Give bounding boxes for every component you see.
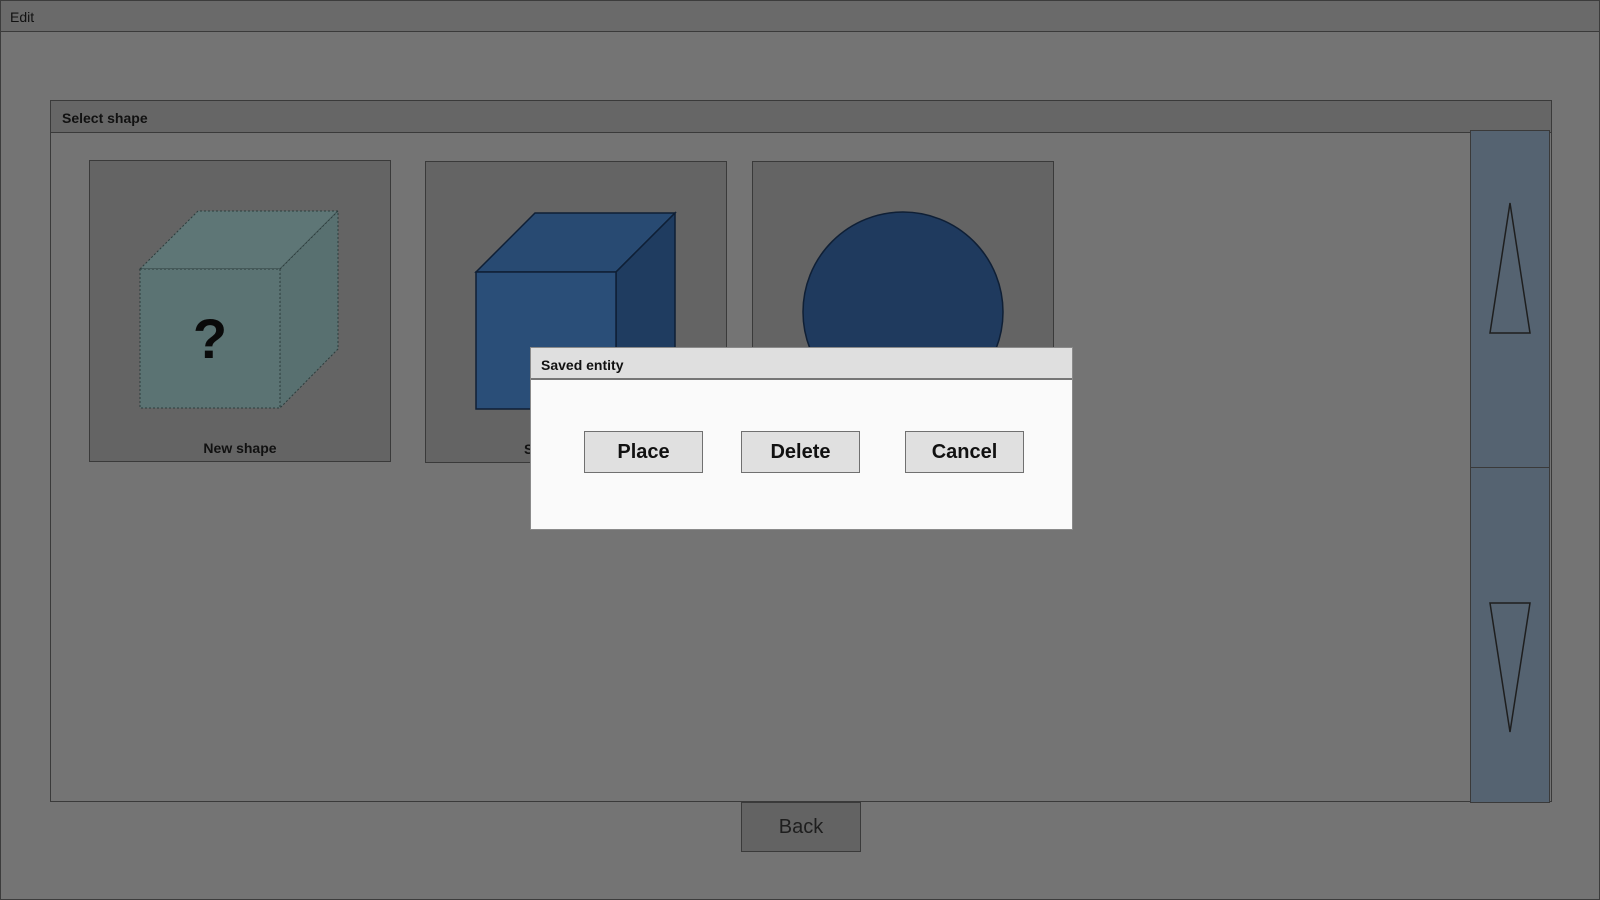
scroll-down-arrow-icon (1489, 602, 1531, 733)
delete-button[interactable]: Delete (741, 431, 860, 473)
saved-entity-dialog: Saved entity Place Delete Cancel (530, 347, 1073, 530)
tile-caption: New shape (203, 440, 277, 456)
question-mark-glyph: ? (193, 307, 227, 370)
title-bar: Edit (1, 1, 1599, 32)
dialog-header: Saved entity (531, 348, 1072, 380)
unknown-cube-icon: ? (138, 209, 340, 410)
scroll-up-arrow-icon (1489, 202, 1531, 334)
place-button[interactable]: Place (584, 431, 703, 473)
scroll-up-button[interactable] (1471, 131, 1549, 468)
back-button[interactable]: Back (741, 802, 861, 852)
scroll-down-button[interactable] (1471, 468, 1549, 802)
cancel-button[interactable]: Cancel (905, 431, 1024, 473)
app-window: Edit Select shape ? New shape S Back Sav… (0, 0, 1600, 900)
dialog-title: Saved entity (541, 357, 624, 373)
new-shape-tile[interactable]: ? New shape (89, 160, 391, 462)
window-title: Edit (10, 9, 35, 25)
panel-header: Select shape (51, 101, 1551, 133)
vertical-scrollbar[interactable] (1470, 130, 1550, 803)
panel-title: Select shape (62, 110, 148, 126)
